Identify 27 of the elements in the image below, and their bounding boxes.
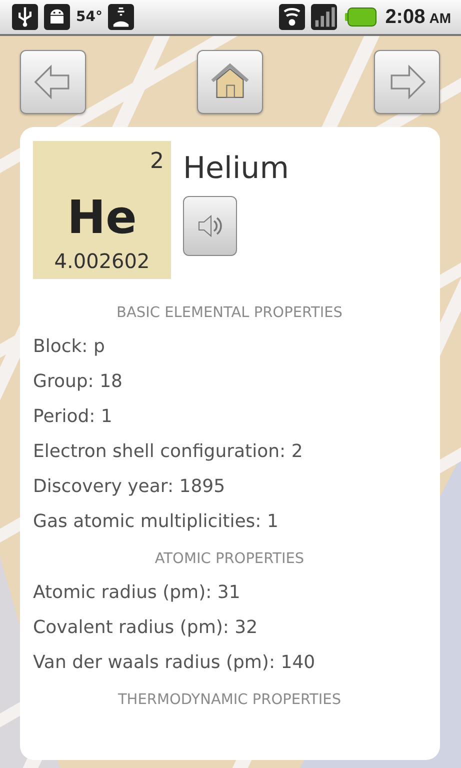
property-text: Block: p	[33, 335, 106, 359]
battery-icon	[345, 7, 378, 27]
signal-bars-icon	[311, 4, 338, 30]
home-button[interactable]	[197, 50, 263, 114]
wifi-icon	[279, 4, 306, 30]
section-heading: BASIC ELEMENTAL PROPERTIES	[116, 305, 344, 321]
property-text: Gas atomic multiplicities: 1	[33, 510, 280, 534]
property-text: Discovery year: 1895	[33, 475, 226, 499]
property-text: Electron shell configuration: 2	[33, 440, 304, 464]
element-symbol: He	[67, 192, 137, 243]
property-text: Atomic radius (pm): 31	[33, 581, 242, 605]
atomic-mass: 4.002602	[54, 249, 150, 273]
next-button[interactable]	[374, 50, 440, 114]
android-robot-icon	[44, 4, 70, 30]
previous-button[interactable]	[20, 50, 86, 114]
property-text: Covalent radius (pm): 32	[33, 616, 259, 640]
property-text: Group: 18	[33, 370, 124, 394]
temperature: 54°	[76, 9, 102, 25]
clock: 2:08 AM	[385, 6, 451, 28]
property-text: Period: 1	[33, 405, 114, 429]
sound-button[interactable]	[183, 196, 237, 256]
section-heading: ATOMIC PROPERTIES	[154, 551, 306, 567]
usb-icon	[12, 4, 38, 30]
section-heading: THERMODYNAMIC PROPERTIES	[116, 692, 342, 708]
atomic-number: 2	[150, 149, 164, 174]
element-name: Helium	[183, 151, 289, 186]
property-text: Van der waals radius (pm): 140	[33, 651, 316, 675]
